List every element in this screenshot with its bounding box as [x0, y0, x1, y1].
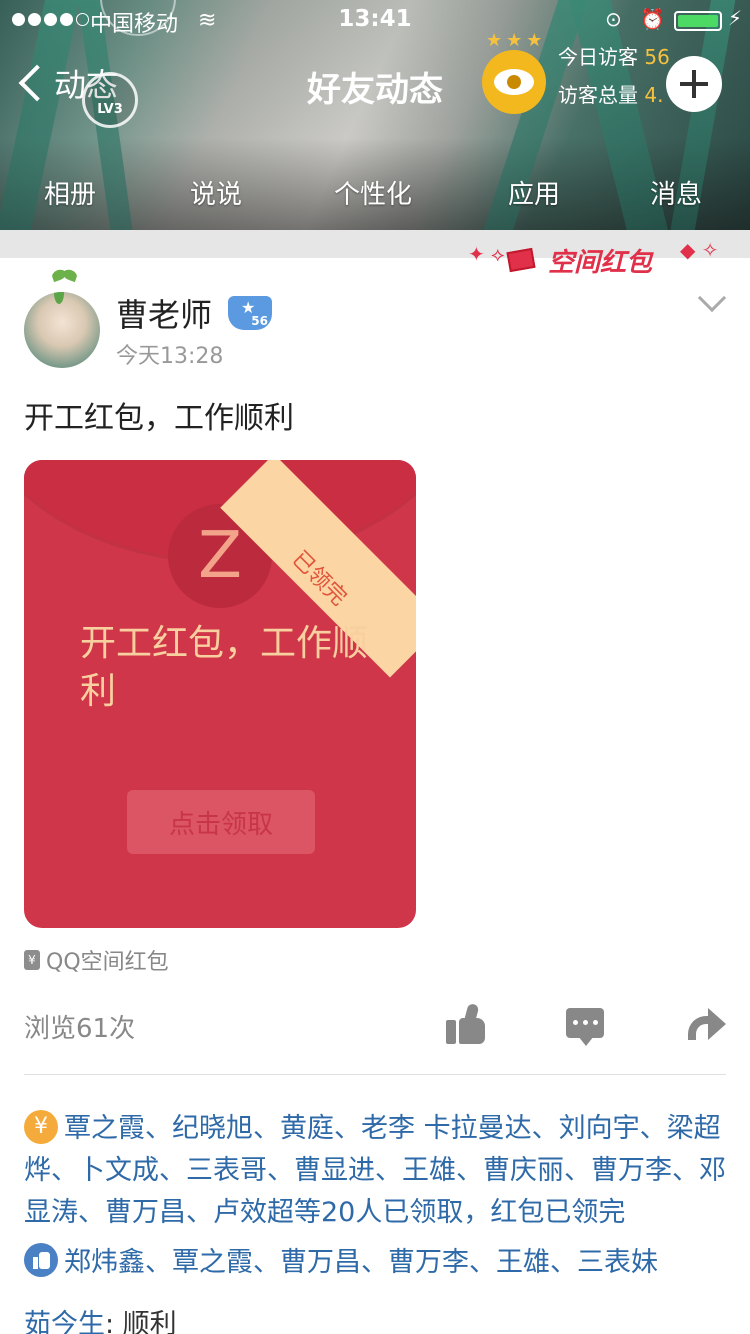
post-text: 开工红包，工作顺利 [24, 401, 294, 436]
hongbao-banner-label: 空间红包 [548, 248, 653, 278]
envelope-title: 开工红包，工作顺利 [80, 623, 369, 712]
like-button[interactable] [446, 1002, 486, 1044]
author-name[interactable]: 曹老师 [116, 290, 212, 336]
qzone-logo-glyph: Z [198, 519, 242, 593]
thumbs-up-icon [446, 1020, 456, 1044]
tab-apps[interactable]: 应用 [508, 174, 560, 211]
yen-bag-icon: ¥ [24, 950, 40, 970]
tab-album[interactable]: 相册 [44, 174, 96, 211]
like-badge-icon [24, 1243, 58, 1277]
tab-messages[interactable]: 消息 [650, 174, 702, 211]
confetti-icon: ✦ ⟡ [468, 242, 505, 266]
source-label: QQ空间红包 [46, 950, 169, 975]
level-badge: LV3 [82, 72, 138, 128]
stars-icon: ★★★ [486, 30, 547, 51]
eye-icon [494, 69, 534, 95]
share-button[interactable] [688, 1004, 728, 1044]
alarm-icon: ⏰ [640, 7, 665, 31]
header-banner: 中国移动 ≋ 13:41 ⊙ ⏰ ⚡ 动态 LV3 好友动态 ★★★ 今日访客 … [0, 0, 750, 230]
yen-icon: ¥ [24, 1110, 58, 1144]
vip-badge-icon: 56 [228, 296, 272, 330]
comment-icon [573, 1020, 598, 1025]
comment-item[interactable]: 茹今生: 顺利 [24, 1304, 177, 1334]
divider [24, 1074, 726, 1075]
visitors-today: 今日访客 56 [558, 45, 670, 69]
tab-personalize[interactable]: 个性化 [334, 174, 412, 211]
comment-text: : 顺利 [105, 1309, 177, 1334]
visitor-eye-button[interactable] [482, 50, 546, 114]
claim-button[interactable]: 点击领取 [127, 790, 315, 854]
confetti-icon: ◆ ✧ [680, 238, 719, 262]
rotation-lock-icon: ⊙ [605, 7, 622, 31]
receivers-text[interactable]: 覃之霞、纪晓旭、黄庭、老李 卡拉曼达、刘向宇、梁超烨、卜文成、三表哥、曹显进、王… [24, 1113, 726, 1228]
red-envelope-icon [506, 247, 536, 273]
author-avatar[interactable] [24, 292, 100, 368]
chevron-left-icon [18, 64, 56, 102]
battery-icon [674, 11, 722, 31]
page-title: 好友动态 [307, 70, 443, 110]
comment-button[interactable] [566, 1008, 604, 1046]
tab-shuoshuo[interactable]: 说说 [190, 174, 242, 211]
space-hongbao-banner[interactable]: ✦ ⟡ 空间红包 ◆ ✧ [468, 236, 738, 280]
hongbao-source: ¥ QQ空间红包 [24, 944, 169, 976]
post-time: 今天13:28 [116, 344, 224, 369]
red-envelope-card[interactable]: Z 已领完 开工红包，工作顺利 点击领取 [24, 460, 416, 928]
chevron-down-icon[interactable] [697, 283, 727, 313]
likes-text[interactable]: 郑炜鑫、覃之霞、曹万昌、曹万李、王雄、三表妹 [64, 1247, 658, 1278]
add-button[interactable] [666, 56, 722, 112]
ribbon-label: 已领完 [286, 546, 352, 611]
visitors-total: 访客总量 4. [558, 83, 664, 107]
likes-list: 郑炜鑫、覃之霞、曹万昌、曹万李、王雄、三表妹 [24, 1242, 734, 1284]
receivers-list: ¥ 覃之霞、纪晓旭、黄庭、老李 卡拉曼达、刘向宇、梁超烨、卜文成、三表哥、曹显进、… [24, 1108, 734, 1234]
charging-icon: ⚡ [728, 6, 743, 30]
tab-bar: 相册 说说 个性化 应用 消息 [0, 170, 750, 214]
view-count: 浏览61次 [24, 1014, 136, 1044]
sprout-icon [52, 270, 76, 286]
visitor-stats[interactable]: 今日访客 56 访客总量 4. [558, 38, 670, 114]
comment-author[interactable]: 茹今生 [24, 1309, 105, 1334]
